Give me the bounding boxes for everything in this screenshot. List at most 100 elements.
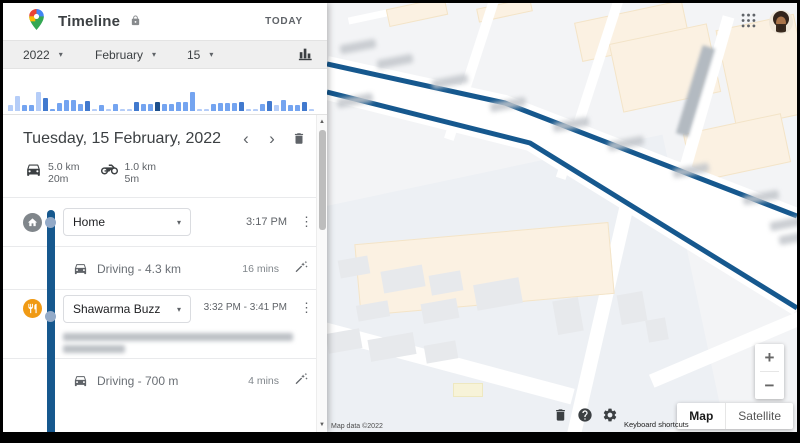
histogram-bar[interactable]: [148, 104, 153, 111]
histogram-bar[interactable]: [204, 109, 209, 111]
histogram-bar[interactable]: [15, 96, 20, 111]
map-building: [367, 332, 417, 362]
overflow-menu-button[interactable]: ⋮: [300, 301, 313, 315]
histogram-bar[interactable]: [302, 102, 307, 111]
histogram-bar[interactable]: [8, 105, 13, 111]
lock-icon: [130, 13, 141, 31]
histogram-bar[interactable]: [183, 102, 188, 111]
histogram-bar[interactable]: [218, 103, 223, 111]
timeline-stop-dot: [45, 311, 56, 322]
histogram-bar[interactable]: [141, 104, 146, 111]
map-city-block: [453, 383, 483, 397]
histogram-bar[interactable]: [225, 103, 230, 111]
map-building: [616, 290, 648, 326]
histogram-bar[interactable]: [267, 101, 272, 111]
histogram-bar[interactable]: [120, 109, 125, 111]
histogram-bar[interactable]: [309, 109, 314, 111]
histogram-bar[interactable]: [162, 104, 167, 111]
histogram-bar[interactable]: [197, 109, 202, 111]
blurred-street-label: [376, 53, 414, 70]
histogram-bar[interactable]: [127, 109, 132, 111]
today-button[interactable]: TODAY: [265, 16, 303, 27]
histogram-bar[interactable]: [78, 104, 83, 111]
route-overlay: [327, 56, 797, 315]
histogram-bar[interactable]: [211, 104, 216, 111]
histogram-bar[interactable]: [64, 100, 69, 111]
activity-histogram[interactable]: [3, 69, 327, 115]
histogram-view-button[interactable]: [296, 44, 315, 66]
blurred-street-label: [742, 189, 780, 206]
scrollbar-down-arrow[interactable]: ▼: [317, 422, 327, 428]
day-select[interactable]: 15 ▾: [187, 48, 243, 62]
overflow-menu-button[interactable]: ⋮: [300, 215, 313, 229]
settings-gear-icon[interactable]: [602, 407, 618, 426]
edit-wand-icon[interactable]: [294, 259, 309, 277]
histogram-bar[interactable]: [288, 105, 293, 111]
blurred-street-label: [489, 96, 527, 113]
zoom-out-button[interactable]: −: [755, 372, 784, 399]
leg-label: Driving - 700 m: [97, 374, 179, 388]
chevron-down-icon: ▾: [152, 50, 157, 59]
home-icon: [23, 213, 42, 232]
histogram-bar[interactable]: [295, 105, 300, 111]
histogram-bar[interactable]: [239, 102, 244, 111]
histogram-bar[interactable]: [92, 109, 97, 111]
histogram-bar-selected[interactable]: [155, 102, 160, 111]
year-select[interactable]: 2022 ▾: [23, 48, 81, 62]
histogram-bar[interactable]: [57, 103, 62, 111]
satellite-type-button[interactable]: Satellite: [726, 403, 793, 429]
histogram-bar[interactable]: [176, 102, 181, 111]
histogram-bar[interactable]: [190, 92, 195, 111]
scrollbar-thumb[interactable]: [319, 130, 326, 230]
map-canvas[interactable]: + − Map Satellite Map data ©2022 Keyboar…: [327, 3, 797, 432]
drive-duration: 20m: [48, 173, 69, 185]
app-window: Timeline TODAY 2022 ▾ February ▾ 15 ▾ Tu…: [3, 3, 797, 432]
map-road: [555, 3, 625, 180]
delete-day-button[interactable]: [285, 129, 313, 149]
histogram-bar[interactable]: [169, 104, 174, 111]
previous-day-button[interactable]: ‹: [233, 129, 259, 149]
edit-wand-icon[interactable]: [294, 371, 309, 389]
timeline-scroll-area: Tuesday, 15 February, 2022 ‹ › 5.0 km 20…: [3, 115, 327, 432]
histogram-bar[interactable]: [260, 104, 265, 111]
visit-time: 3:32 PM - 3:41 PM: [203, 302, 287, 313]
histogram-bar[interactable]: [134, 102, 139, 111]
motorcycle-duration: 5m: [124, 173, 140, 185]
histogram-bar[interactable]: [43, 98, 48, 111]
histogram-bar[interactable]: [106, 109, 111, 111]
map-road: [567, 189, 637, 432]
zoom-in-button[interactable]: +: [755, 344, 784, 371]
histogram-bar[interactable]: [274, 105, 279, 111]
histogram-bar[interactable]: [85, 101, 90, 111]
histogram-bar[interactable]: [71, 100, 76, 111]
histogram-bar[interactable]: [22, 105, 27, 111]
scrollbar-up-arrow[interactable]: ▲: [317, 119, 327, 125]
blurred-street-label: [552, 116, 590, 133]
map-road: [327, 321, 575, 405]
histogram-bar[interactable]: [253, 109, 258, 111]
place-name-select[interactable]: Shawarma Buzz ▾: [63, 295, 191, 323]
google-apps-grid-icon[interactable]: [741, 13, 756, 31]
histogram-bar[interactable]: [246, 109, 251, 111]
histogram-bar[interactable]: [50, 109, 55, 111]
histogram-bar[interactable]: [29, 105, 34, 111]
histogram-bar[interactable]: [281, 100, 286, 111]
page-title: Timeline: [58, 13, 121, 30]
delete-history-button[interactable]: [553, 407, 568, 426]
map-building: [355, 300, 391, 322]
keyboard-shortcuts-link[interactable]: Keyboard shortcuts: [624, 420, 689, 429]
histogram-bar[interactable]: [232, 103, 237, 111]
place-name-select[interactable]: Home ▾: [63, 208, 191, 236]
histogram-bar[interactable]: [113, 104, 118, 111]
next-day-button[interactable]: ›: [259, 129, 285, 149]
histogram-bar[interactable]: [36, 92, 41, 111]
blurred-street-label: [336, 92, 374, 109]
motorcycle-icon: [100, 164, 118, 175]
help-icon[interactable]: [577, 407, 593, 426]
sidebar-scrollbar[interactable]: ▲ ▼: [316, 115, 327, 432]
redacted-address-line: [63, 333, 293, 341]
account-avatar[interactable]: [769, 10, 793, 34]
histogram-bar[interactable]: [99, 105, 104, 111]
month-select[interactable]: February ▾: [95, 48, 173, 62]
map-building: [420, 298, 460, 324]
